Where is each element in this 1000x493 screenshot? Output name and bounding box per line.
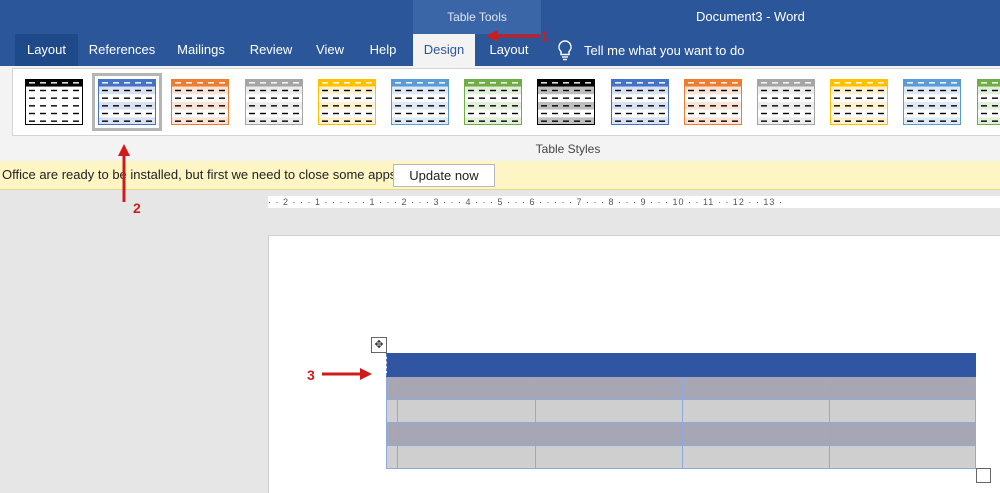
annotation-number-1: 1 xyxy=(541,28,549,44)
ruler-bar: · · 2 · · · 1 · · · · · · 1 · · · 2 · · … xyxy=(0,190,1000,214)
table-cell[interactable] xyxy=(535,353,683,377)
notification-bar: Office are ready to be installed, but fi… xyxy=(0,161,1000,190)
table-cell[interactable] xyxy=(829,445,976,469)
tell-me-label: Tell me what you want to do xyxy=(584,42,745,58)
tab-references[interactable]: References xyxy=(82,34,162,66)
table-styles-gallery xyxy=(12,68,1000,136)
tab-review[interactable]: Review xyxy=(242,34,300,66)
annotation-number-3: 3 xyxy=(307,367,315,383)
table-cell[interactable] xyxy=(682,399,830,423)
update-now-button[interactable]: Update now xyxy=(393,164,495,187)
table-cell[interactable] xyxy=(397,445,536,469)
table-row xyxy=(386,422,976,446)
table-style-swatch[interactable] xyxy=(976,79,1000,125)
table-style-swatch[interactable] xyxy=(25,79,83,125)
table-resize-handle[interactable] xyxy=(976,468,991,483)
table-cell[interactable] xyxy=(535,399,683,423)
table-cell[interactable] xyxy=(397,376,536,400)
table-cell[interactable] xyxy=(397,399,536,423)
tab-layout[interactable]: Layout xyxy=(15,34,78,66)
annotation-arrow-1 xyxy=(486,30,540,42)
table-style-swatch[interactable] xyxy=(830,79,889,125)
ribbon: Table Styles xyxy=(0,66,1000,162)
table-style-swatch[interactable] xyxy=(683,79,742,125)
notification-message: Office are ready to be installed, but fi… xyxy=(2,167,400,182)
document-table[interactable] xyxy=(386,353,976,469)
tell-me-search[interactable]: Tell me what you want to do xyxy=(556,34,744,66)
table-cell[interactable] xyxy=(386,353,398,377)
table-style-swatch[interactable] xyxy=(171,79,230,125)
tab-mailings[interactable]: Mailings xyxy=(166,34,236,66)
table-move-handle-icon[interactable]: ✥ xyxy=(371,337,387,353)
table-cell[interactable] xyxy=(682,445,830,469)
table-style-swatch[interactable] xyxy=(610,79,669,125)
table-cell[interactable] xyxy=(397,353,536,377)
tab-design[interactable]: Design xyxy=(413,34,475,66)
table-cell[interactable] xyxy=(535,422,683,446)
table-row xyxy=(386,376,976,400)
table-style-swatch[interactable] xyxy=(391,79,449,125)
annotation-arrow-2 xyxy=(118,144,130,202)
table-style-swatch[interactable] xyxy=(92,73,163,131)
table-cell[interactable] xyxy=(397,422,536,446)
table-style-swatch[interactable] xyxy=(903,79,962,125)
table-row xyxy=(386,399,976,423)
table-style-swatch[interactable] xyxy=(537,79,596,125)
table-cell[interactable] xyxy=(829,376,976,400)
tab-view[interactable]: View xyxy=(306,34,354,66)
table-style-swatch[interactable] xyxy=(757,79,815,125)
lightbulb-icon xyxy=(558,40,572,61)
table-style-swatch[interactable] xyxy=(244,79,303,125)
document-title: Document3 - Word xyxy=(696,9,805,24)
table-style-swatch[interactable] xyxy=(464,79,523,125)
tab-help[interactable]: Help xyxy=(360,34,406,66)
table-cell[interactable] xyxy=(386,399,398,423)
table-row xyxy=(386,445,976,469)
table-cell[interactable] xyxy=(829,399,976,423)
table-cell[interactable] xyxy=(682,353,830,377)
table-cell[interactable] xyxy=(535,445,683,469)
annotation-arrow-3 xyxy=(322,368,372,380)
table-styles-group-label: Table Styles xyxy=(535,142,601,156)
table-cell[interactable] xyxy=(829,422,976,446)
table-header-row xyxy=(386,353,976,377)
table-cell[interactable] xyxy=(829,353,976,377)
horizontal-ruler[interactable]: · · 2 · · · 1 · · · · · · 1 · · · 2 · · … xyxy=(268,196,1000,208)
table-cell[interactable] xyxy=(682,422,830,446)
table-cell[interactable] xyxy=(535,376,683,400)
table-cell[interactable] xyxy=(386,376,398,400)
table-cell[interactable] xyxy=(386,445,398,469)
annotation-number-2: 2 xyxy=(133,200,141,216)
table-style-swatch[interactable] xyxy=(317,79,376,125)
table-cell[interactable] xyxy=(682,376,830,400)
table-cell[interactable] xyxy=(386,422,398,446)
ruler-labels: · · 2 · · · 1 · · · · · · 1 · · · 2 · · … xyxy=(268,197,783,207)
